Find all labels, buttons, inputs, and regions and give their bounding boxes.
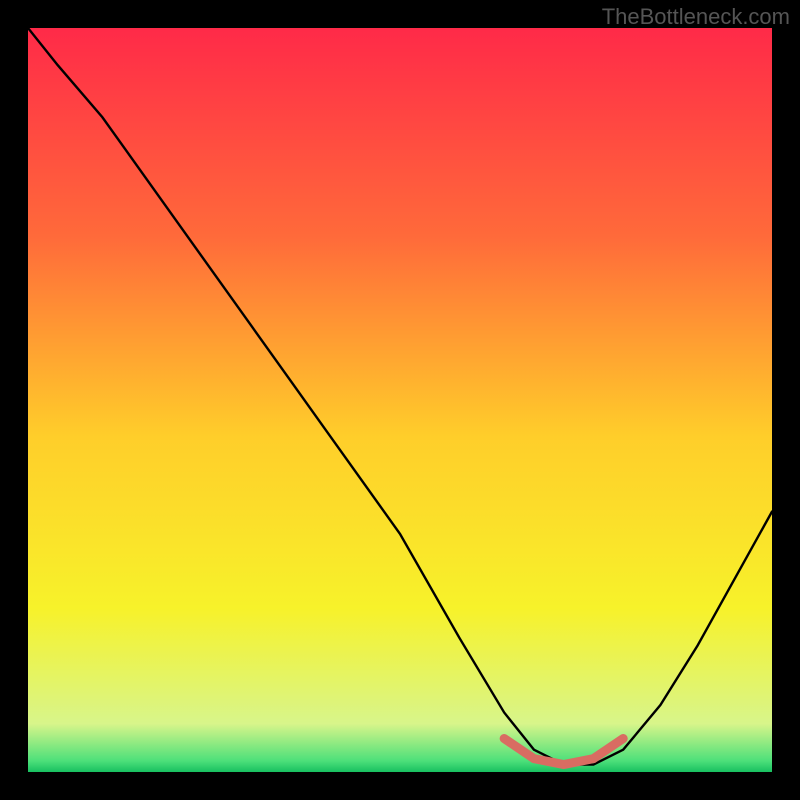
watermark-text: TheBottleneck.com bbox=[602, 4, 790, 30]
bottleneck-chart bbox=[28, 28, 772, 772]
chart-frame bbox=[28, 28, 772, 772]
gradient-background bbox=[28, 28, 772, 772]
